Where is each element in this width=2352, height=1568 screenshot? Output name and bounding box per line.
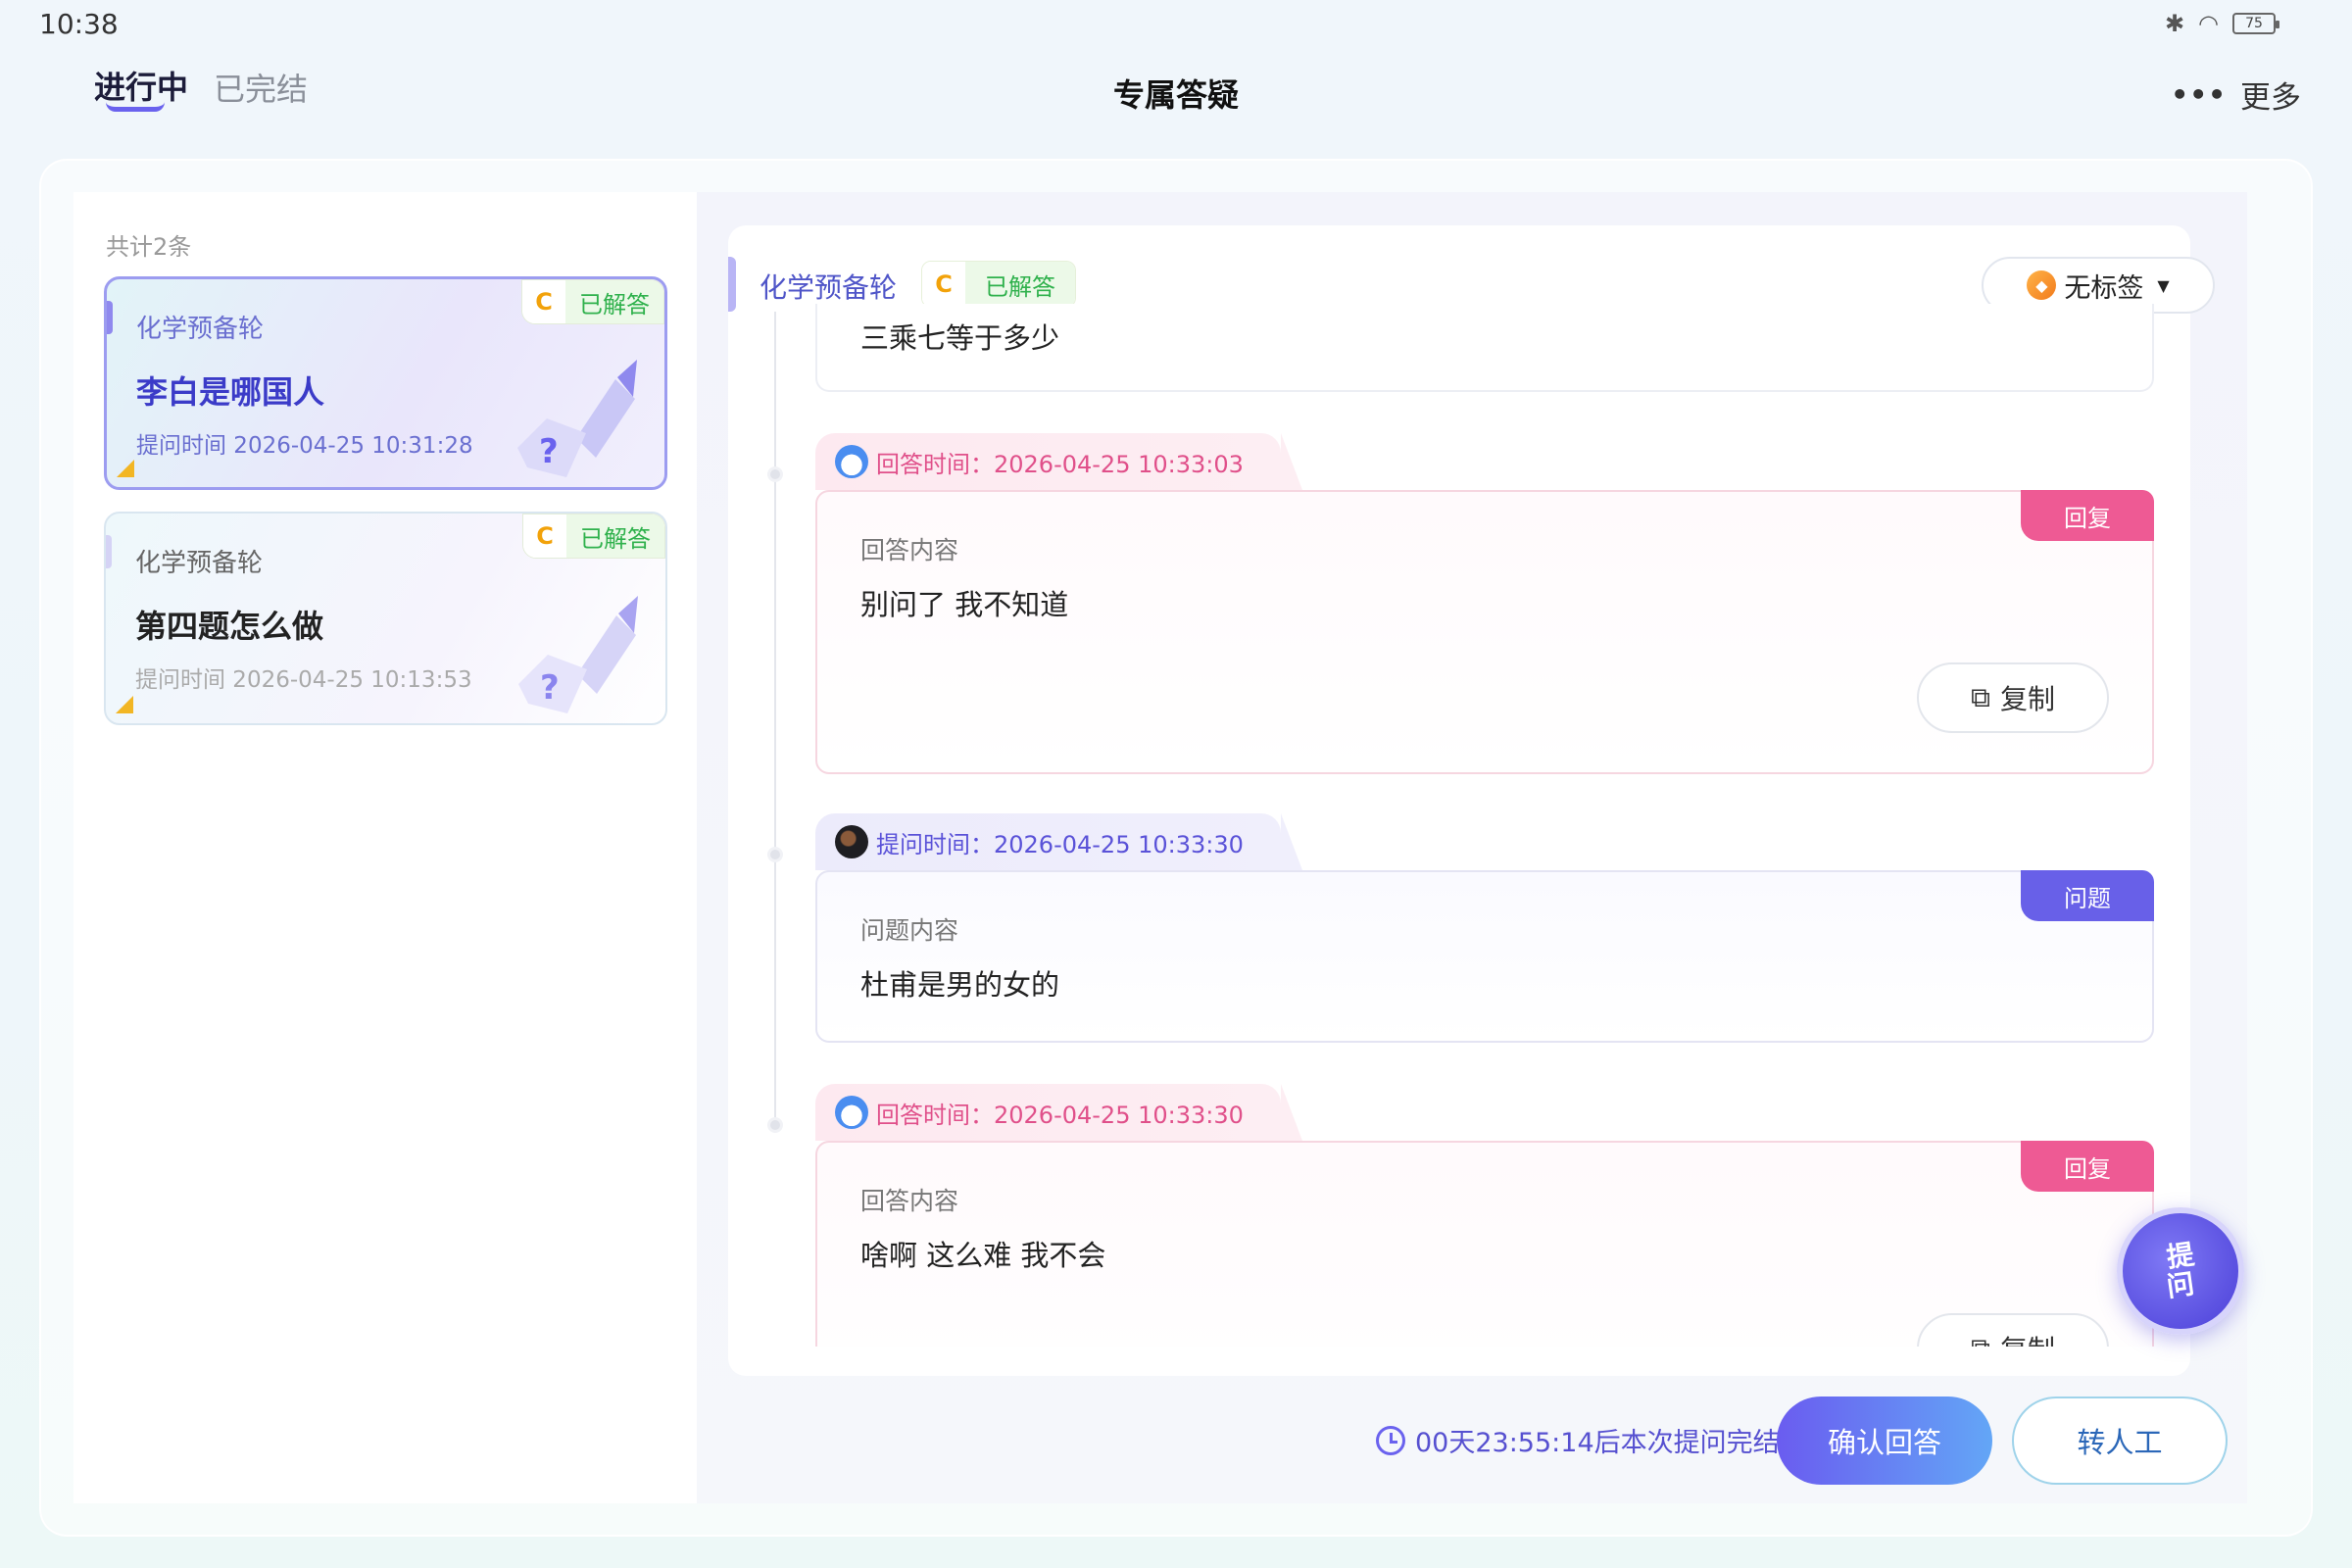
total-count: 共计2条 [106,233,192,261]
grade-badge: C [922,262,965,307]
bluetooth-icon: ✱ [2164,10,2185,37]
ask-question-fab[interactable]: 提 问 [2117,1207,2244,1335]
detail-status-badge: C 已解答 [921,261,1076,308]
reply-ribbon: 回复 [2021,1141,2154,1192]
card-subject: 化学预备轮 [135,549,264,578]
transfer-to-human-button[interactable]: 转人工 [2012,1396,2228,1485]
more-label: 更多 [2240,80,2301,116]
confirm-answer-button[interactable]: 确认回答 [1777,1396,1992,1485]
status-label: 已解答 [565,280,663,323]
status-badge: C 已解答 [521,279,664,324]
card-subject: 化学预备轮 [136,315,265,344]
card-accent-bar [107,301,113,334]
timeline-dot [767,1117,783,1133]
question-ribbon: 问题 [2021,870,2154,921]
status-icons: ✱ ◠ 75 [2164,10,2279,37]
copy-icon: ⧉ [1970,681,1990,713]
user-avatar [835,825,868,858]
answer-card-clip: 回复 回答内容 啥啊 这么难 我不会 ⧉ 复制 [815,1141,2154,1347]
answer-time: 回答时间：2026-04-25 10:33:03 [876,450,1244,478]
clock-icon [1376,1425,1405,1455]
tag-label: 无标签 [2064,272,2144,304]
status-label: 已解答 [965,262,1075,307]
question-text: 杜甫是男的女的 [860,968,1060,1002]
more-dots-icon: ••• [2171,78,2227,111]
card-corner-mark [117,460,134,477]
timeline-dot [767,466,783,482]
countdown-text: 00天23:55:14后本次提问完结 [1415,1428,1780,1458]
chevron-down-icon: ▼ [2157,275,2170,295]
card-accent-bar [106,535,112,568]
bot-avatar [835,1096,868,1129]
answer-content-label: 回答内容 [860,536,959,564]
answer-content-label: 回答内容 [860,1187,959,1215]
svg-text:?: ? [539,432,559,471]
grade-badge: C [522,280,565,323]
status-label: 已解答 [566,514,664,558]
question-cube-icon: ? [517,360,637,477]
timeline-line [774,312,776,1125]
answer-text: 啥啊 这么难 我不会 [860,1239,1106,1272]
detail-accent-bar [728,257,736,312]
copy-button[interactable]: ⧉ 复制 [1917,1313,2109,1347]
answer-time-tab: 回答时间：2026-04-25 10:33:03 [815,433,1302,490]
card-title: 第四题怎么做 [135,608,324,645]
page-title: 专属答疑 [1112,76,1239,114]
status-time: 10:38 [39,8,119,40]
copy-icon: ⧉ [1971,1332,1990,1347]
status-badge: C 已解答 [522,514,665,559]
grade-badge: C [523,514,566,558]
wifi-icon: ◠ [2198,10,2219,37]
fab-label-2: 问 [2164,1267,2197,1303]
detail-subject: 化学预备轮 [760,271,898,304]
answer-time: 回答时间：2026-04-25 10:33:30 [876,1101,1244,1129]
timeline-dot [767,847,783,862]
answer-card: 回复 回答内容 啥啊 这么难 我不会 ⧉ 复制 [815,1141,2154,1347]
answer-card: 回复 回答内容 别问了 我不知道 ⧉ 复制 [815,490,2154,774]
question-time-tab: 提问时间：2026-04-25 10:33:30 [815,813,1302,870]
answer-time-tab: 回答时间：2026-04-25 10:33:30 [815,1084,1302,1141]
svg-text:?: ? [540,668,560,708]
countdown-timer: 00天23:55:14后本次提问完结 [1376,1421,1780,1459]
message-card: 三乘七等于多少 [815,304,2154,392]
tag-icon: ◆ [2027,270,2057,300]
card-corner-mark [116,696,133,713]
more-button[interactable]: ••• 更多 [2171,73,2301,117]
copy-button[interactable]: ⧉ 复制 [1917,662,2109,733]
battery-icon: 75 [2232,13,2279,34]
question-time: 提问时间：2026-04-25 10:33:30 [876,830,1244,858]
question-card-1[interactable]: 化学预备轮 李白是哪国人 提问时间 2026-04-25 10:31:28 C … [104,276,667,490]
question-content-label: 问题内容 [860,916,959,945]
copy-label: 复制 [2000,1329,2055,1347]
question-card: 问题 问题内容 杜甫是男的女的 [815,870,2154,1043]
question-card-2[interactable]: 化学预备轮 第四题怎么做 提问时间 2026-04-25 10:13:53 C … [104,512,667,725]
reply-ribbon: 回复 [2021,490,2154,541]
question-cube-icon: ? [518,596,638,713]
message-text: 三乘七等于多少 [860,321,1060,355]
card-time: 提问时间 2026-04-25 10:31:28 [136,433,473,459]
card-title: 李白是哪国人 [136,373,325,411]
card-time: 提问时间 2026-04-25 10:13:53 [135,667,472,693]
answer-text: 别问了 我不知道 [860,588,1069,621]
bot-avatar [835,445,868,478]
copy-label: 复制 [1999,683,2055,715]
